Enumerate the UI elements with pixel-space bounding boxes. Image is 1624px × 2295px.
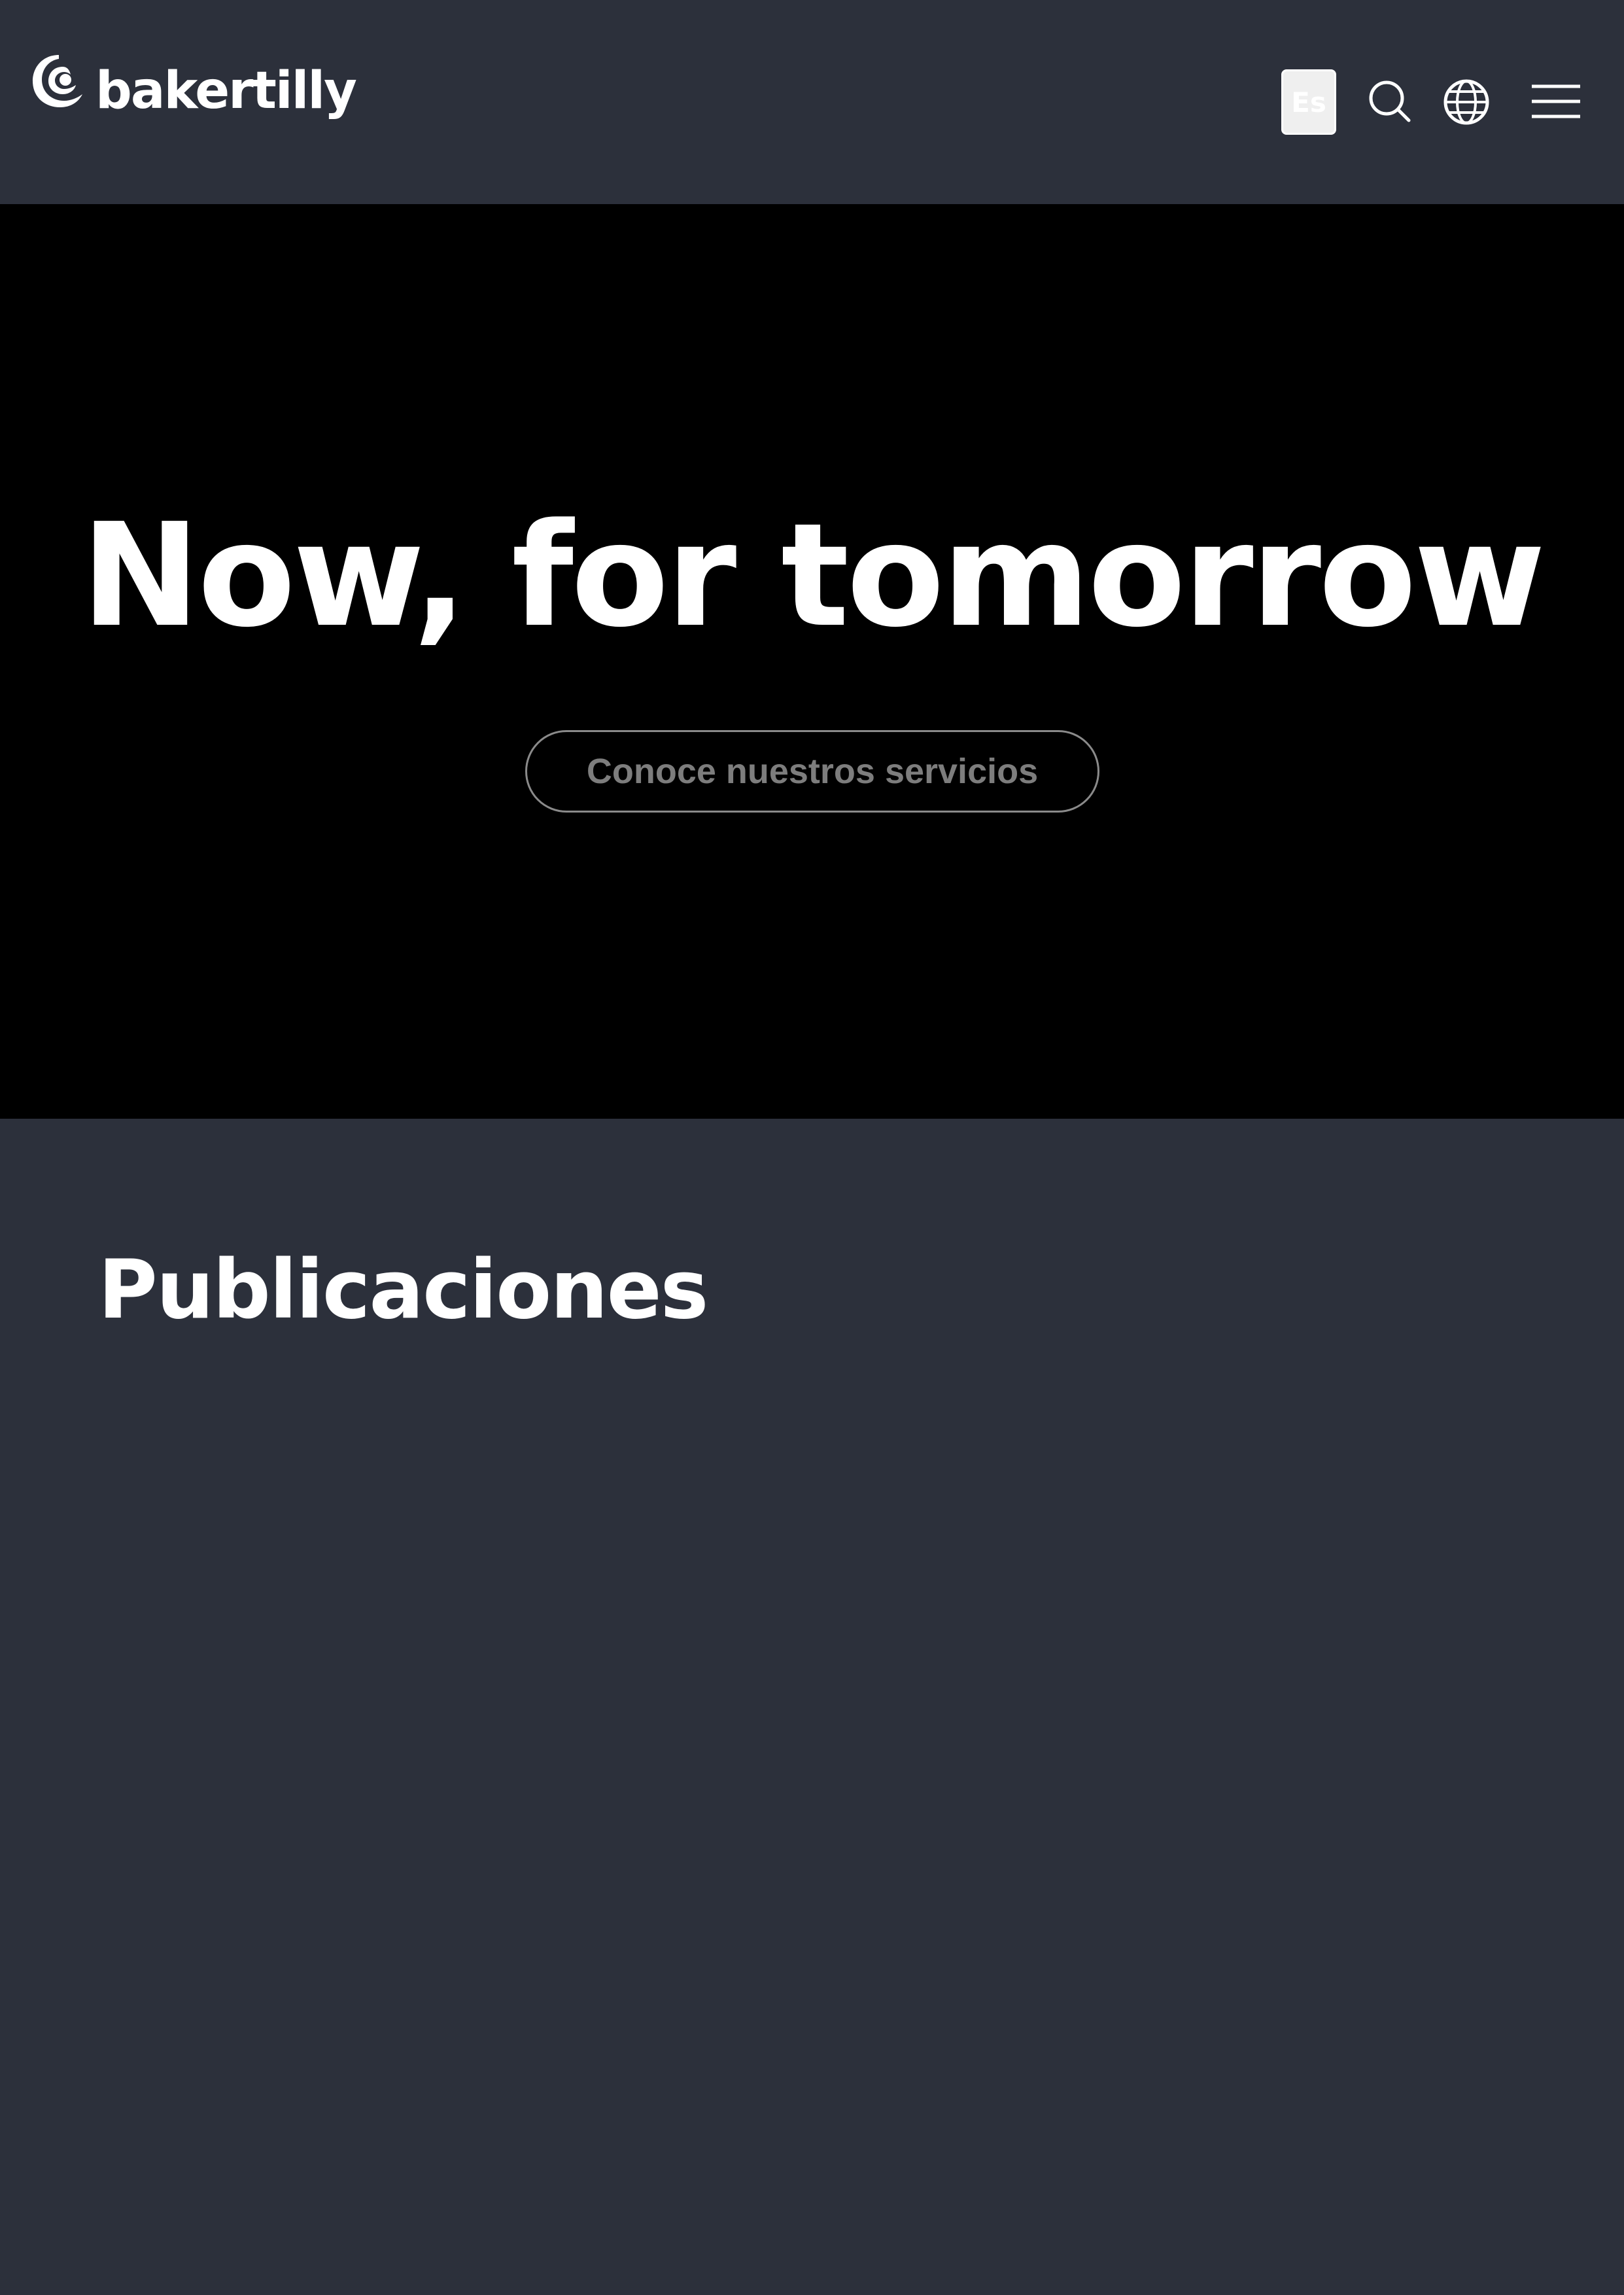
bakertilly-logo-mark [33, 55, 82, 107]
site-header: bakertilly Es [0, 0, 1624, 204]
globe-icon [1443, 79, 1489, 125]
language-switch-button[interactable]: Es [1281, 69, 1336, 135]
publications-heading: Publicaciones [98, 1243, 708, 1337]
menu-button[interactable] [1530, 77, 1583, 127]
publications-section: Publicaciones [0, 1119, 1624, 2295]
bakertilly-logo[interactable]: bakertilly [30, 48, 357, 140]
search-button[interactable] [1366, 77, 1415, 127]
hero-banner: Now, for tomorrow Conoce nuestros servic… [0, 204, 1624, 1119]
hero-title: Now, for tomorrow [80, 493, 1546, 659]
search-icon [1369, 80, 1411, 122]
services-cta-button[interactable]: Conoce nuestros servicios [525, 730, 1099, 813]
page: bakertilly Es Now, for tomorrow Conoce n… [0, 0, 1624, 2295]
hamburger-menu-icon [1532, 84, 1580, 118]
globe-button[interactable] [1442, 77, 1491, 127]
logo-wordmark: bakertilly [95, 61, 357, 120]
